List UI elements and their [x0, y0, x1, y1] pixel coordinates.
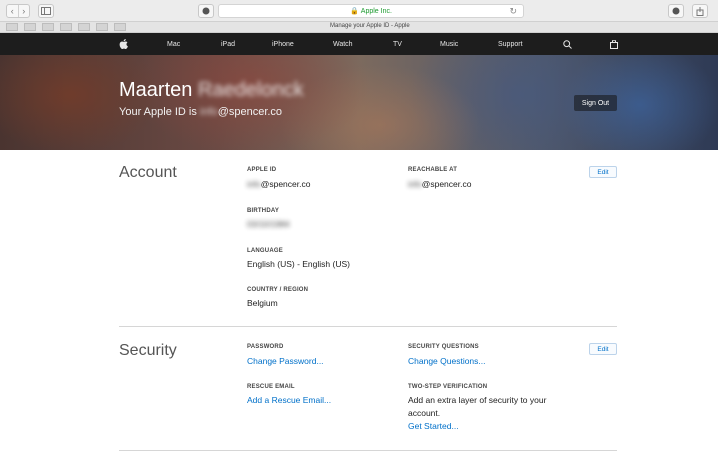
apple-id-user-redacted: info — [247, 179, 261, 189]
apple-id-domain: @spencer.co — [260, 179, 311, 189]
favorite-item[interactable] — [96, 23, 108, 31]
nav-buttons: ‹ › — [6, 4, 30, 18]
language-label: LANGUAGE — [247, 248, 283, 254]
first-name: Maarten — [119, 79, 193, 101]
nav-item-mac[interactable]: Mac — [167, 33, 180, 55]
favorite-item[interactable] — [60, 23, 72, 31]
account-section-title: Account — [119, 164, 177, 181]
nav-item-music[interactable]: Music — [440, 33, 458, 55]
address-bar[interactable]: 🔒 Apple Inc. ↻ — [218, 4, 524, 18]
back-button[interactable]: ‹ — [7, 5, 18, 17]
last-name-redacted: Raedelonck — [197, 79, 304, 101]
favorites-bar: Manage your Apple ID - Apple — [0, 22, 718, 33]
section-divider — [119, 450, 617, 451]
nav-item-tv[interactable]: TV — [393, 33, 402, 55]
browser-toolbar: ‹ › 🔒 Apple Inc. ↻ — [0, 0, 718, 22]
favorite-item[interactable] — [6, 23, 18, 31]
shield-icon — [202, 7, 210, 15]
rescue-email-label: RESCUE EMAIL — [247, 384, 295, 390]
account-edit-button[interactable]: Edit — [589, 166, 617, 178]
two-step-description-line1: Add an extra layer of security to your — [408, 395, 547, 405]
downloads-button[interactable] — [668, 4, 684, 18]
apple-logo-link[interactable] — [119, 33, 128, 55]
tab-title: Manage your Apple ID - Apple — [330, 23, 410, 29]
sign-out-button[interactable]: Sign Out — [574, 95, 617, 111]
birthday-value-redacted: 03/10/1984 — [247, 219, 290, 229]
forward-button[interactable]: › — [17, 5, 30, 17]
reachable-at-value: info@spencer.co — [408, 179, 471, 189]
share-icon — [696, 6, 704, 16]
get-started-link[interactable]: Get Started... — [408, 421, 459, 431]
favorite-item[interactable] — [78, 23, 90, 31]
share-button[interactable] — [692, 4, 708, 18]
reachable-user-redacted: info — [408, 179, 422, 189]
security-edit-button[interactable]: Edit — [589, 343, 617, 355]
favorite-item[interactable] — [24, 23, 36, 31]
sidebar-icon — [41, 7, 51, 15]
country-region-value: Belgium — [247, 298, 278, 308]
language-value: English (US) - English (US) — [247, 259, 350, 269]
reachable-at-label: REACHABLE AT — [408, 167, 458, 173]
apple-id-value: info@spencer.co — [247, 179, 310, 189]
apple-id-summary: Your Apple ID is info@spencer.co — [119, 106, 282, 118]
favorite-item[interactable] — [114, 23, 126, 31]
sidebar-toggle-button[interactable] — [38, 4, 54, 18]
apple-id-domain: @spencer.co — [217, 106, 283, 118]
nav-item-iphone[interactable]: iPhone — [272, 33, 294, 55]
lock-icon: 🔒 — [350, 8, 359, 15]
section-divider — [119, 326, 617, 327]
two-step-label: TWO-STEP VERIFICATION — [408, 384, 488, 390]
birthday-label: BIRTHDAY — [247, 208, 280, 214]
shield-button[interactable] — [198, 4, 214, 18]
search-icon[interactable] — [563, 33, 572, 55]
profile-hero: Maarten Raedelonck Your Apple ID is info… — [0, 55, 718, 150]
change-password-link[interactable]: Change Password... — [247, 356, 324, 366]
password-label: PASSWORD — [247, 344, 284, 350]
nav-item-ipad[interactable]: iPad — [221, 33, 235, 55]
country-region-label: COUNTRY / REGION — [247, 287, 309, 293]
favorite-item[interactable] — [42, 23, 54, 31]
reload-icon[interactable]: ↻ — [509, 6, 517, 17]
global-nav: Mac iPad iPhone Watch TV Music Support — [0, 33, 718, 55]
download-icon — [672, 7, 680, 15]
change-questions-link[interactable]: Change Questions... — [408, 356, 486, 366]
bag-icon[interactable] — [610, 33, 618, 55]
security-questions-label: SECURITY QUESTIONS — [408, 344, 479, 350]
apple-id-prefix: Your Apple ID is — [119, 106, 197, 118]
nav-item-support[interactable]: Support — [498, 33, 523, 55]
add-rescue-email-link[interactable]: Add a Rescue Email... — [247, 395, 331, 405]
apple-id-user-redacted: info — [199, 106, 218, 118]
account-holder-name: Maarten Raedelonck — [119, 79, 304, 102]
security-section-title: Security — [119, 342, 177, 359]
two-step-description-line2: account. — [408, 408, 441, 418]
nav-item-watch[interactable]: Watch — [333, 33, 353, 55]
apple-logo-icon — [119, 39, 128, 49]
apple-id-label: APPLE ID — [247, 167, 277, 173]
address-text: Apple Inc. — [360, 7, 392, 15]
reachable-domain: @spencer.co — [421, 179, 472, 189]
